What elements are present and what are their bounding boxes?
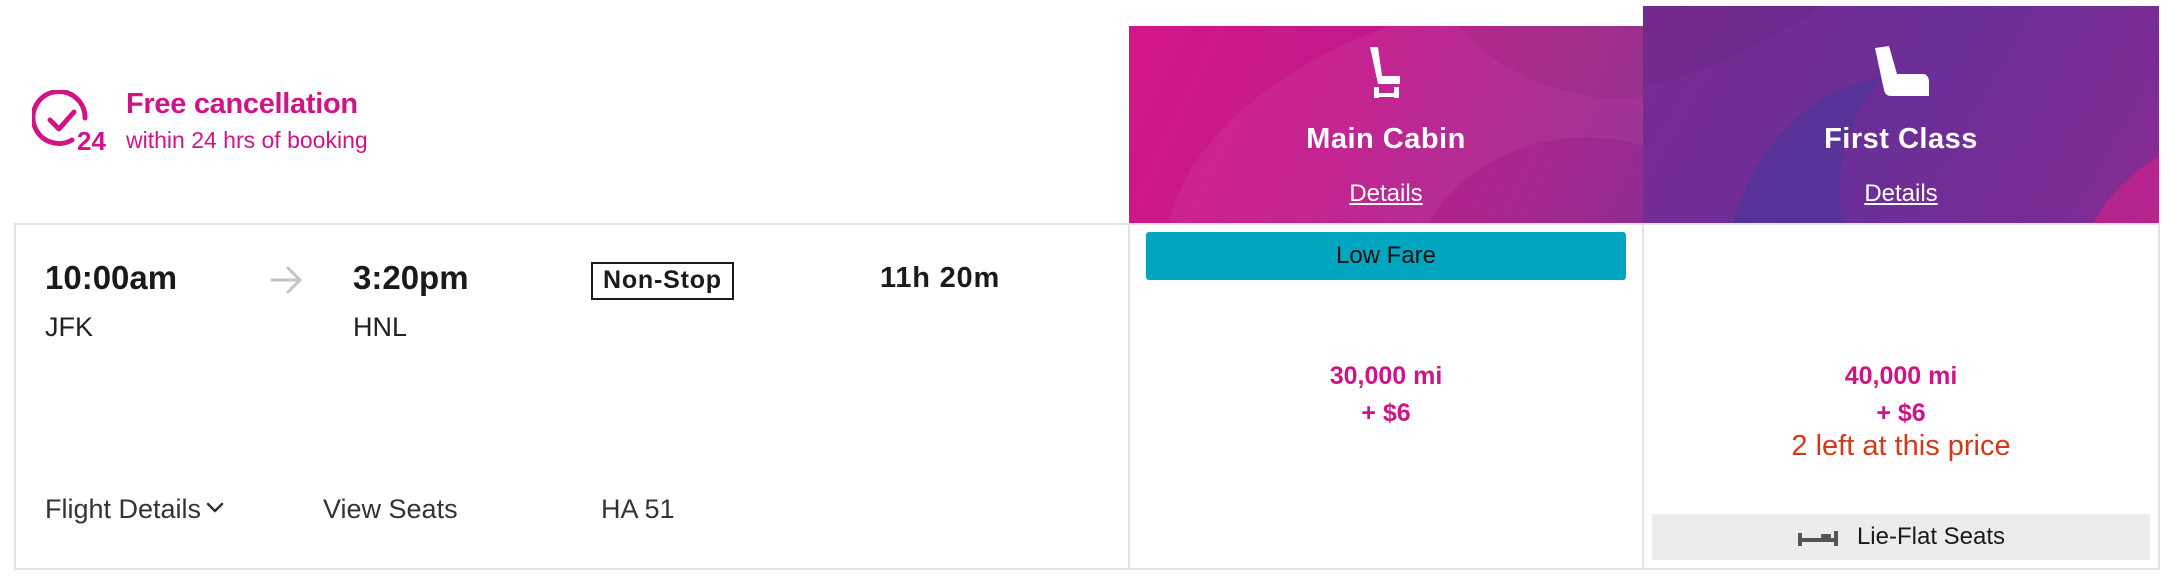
view-seats-link[interactable]: View Seats	[323, 494, 458, 525]
nonstop-badge: Non-Stop	[591, 262, 734, 300]
cabin-header-main: Main Cabin Details	[1129, 26, 1643, 223]
clock-24-number: 24	[77, 126, 106, 156]
departure-time: 10:00am	[45, 259, 178, 296]
chevron-down-icon	[206, 502, 224, 513]
lie-flat-seats-label: Lie-Flat Seats	[1856, 523, 2006, 550]
main-cabin-details-link[interactable]: Details	[1129, 180, 1643, 208]
free-cancellation-subtitle: within 24 hrs of booking	[126, 127, 368, 153]
first-class-fare-button[interactable]: 40,000 mi + $6	[1643, 362, 2159, 428]
seats-left-notice: 2 left at this price	[1791, 430, 2011, 462]
lie-flat-bed-icon	[1797, 531, 1838, 546]
main-cabin-fare-button[interactable]: 30,000 mi + $6	[1129, 362, 1643, 428]
first-class-details-link[interactable]: Details	[1643, 180, 2159, 208]
clock-24-icon: 24	[32, 88, 112, 160]
flight-duration: 11h 20m	[880, 262, 1001, 294]
flight-details-toggle[interactable]: Flight Details	[45, 494, 225, 525]
first-class-fee: + $6	[1876, 399, 1926, 427]
departure-airport: JFK	[45, 312, 94, 342]
free-cancellation-title: Free cancellation	[126, 88, 358, 120]
lie-flat-seats-badge: Lie-Flat Seats	[1652, 514, 2150, 560]
flight-details-label: Flight Details	[45, 494, 202, 524]
low-fare-badge: Low Fare	[1146, 232, 1626, 280]
cabin-name-first: First Class	[1824, 123, 1978, 155]
first-class-seat-icon	[1875, 46, 1929, 96]
economy-seat-icon	[1370, 47, 1400, 98]
flight-number: HA 51	[601, 494, 675, 524]
main-cabin-fee: + $6	[1361, 399, 1411, 427]
first-class-miles: 40,000 mi	[1844, 362, 1958, 390]
arrival-airport: HNL	[353, 312, 408, 342]
cabin-header-first: First Class Details	[1643, 6, 2159, 223]
free-cancellation-banner: 24 Free cancellation within 24 hrs of bo…	[32, 88, 368, 160]
arrow-right-icon	[270, 266, 302, 294]
cabin-name-main: Main Cabin	[1306, 123, 1466, 155]
main-cabin-miles: 30,000 mi	[1329, 362, 1443, 390]
arrival-time: 3:20pm	[353, 259, 469, 296]
